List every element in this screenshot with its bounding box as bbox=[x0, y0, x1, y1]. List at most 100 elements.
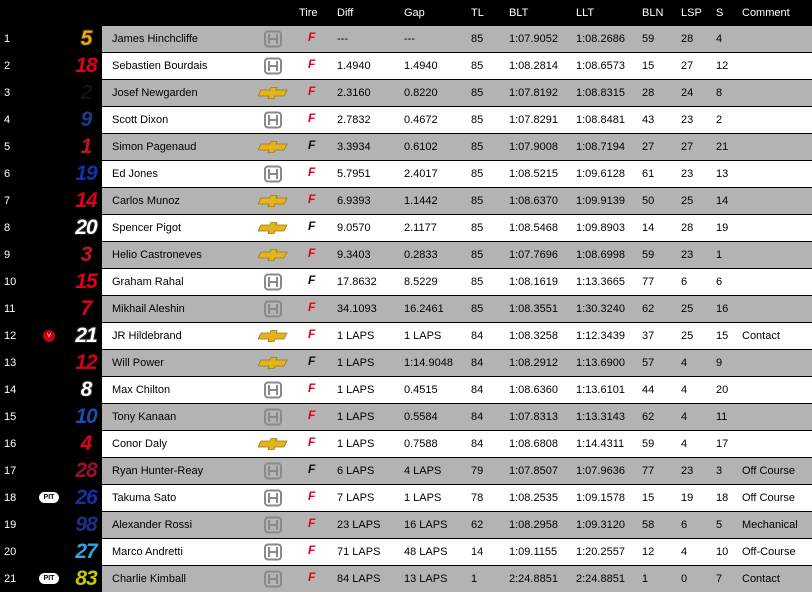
row-background bbox=[102, 188, 812, 214]
diff-cell: 3.3934 bbox=[337, 141, 371, 153]
table-row[interactable]: 13 12 F Will Power 1 LAPS 1:14.9048 84 1:08.291… bbox=[0, 350, 812, 376]
table-row[interactable]: 14 8 F Max Chilton 1 LAPS 0.4515 84 1:08.6360 1:… bbox=[0, 377, 812, 403]
table-row[interactable]: 2 18 F Sebastien Bourdais 1.4940 1.4940 85 1:08… bbox=[0, 53, 812, 79]
table-row[interactable]: 3 2 F Josef Newgarden 2.3160 0.8220 85 1:07.819… bbox=[0, 80, 812, 106]
last-speed-cell: 25 bbox=[681, 195, 694, 207]
red-tire-icon: F bbox=[308, 408, 316, 422]
table-row[interactable]: 6 19 F Ed Jones 5.7951 2.4017 85 1:08.5215 1:09.… bbox=[0, 161, 812, 187]
best-lap-number-cell: 59 bbox=[642, 33, 655, 45]
gap-cell: 0.4515 bbox=[404, 384, 438, 396]
total-laps-cell: 84 bbox=[471, 330, 484, 342]
best-lap-number-cell: 1 bbox=[642, 573, 649, 585]
last-lap-time-cell: 1:14.4311 bbox=[576, 438, 625, 450]
col-comment[interactable]: Comment bbox=[742, 7, 790, 19]
total-laps-cell: 85 bbox=[471, 303, 484, 315]
position-cell: 14 bbox=[4, 384, 17, 396]
start-position-cell: 11 bbox=[716, 411, 728, 423]
position-cell: 6 bbox=[4, 168, 11, 180]
table-row[interactable]: 9 3 F Helio Castroneves 9.3403 0.2833 85 1:07.7… bbox=[0, 242, 812, 268]
best-lap-time-cell: 1:08.6808 bbox=[509, 438, 558, 450]
start-position-cell: 19 bbox=[716, 222, 729, 234]
table-row[interactable]: 4 9 F Scott Dixon 2.7832 0.4672 85 1:07.8291 1:0… bbox=[0, 107, 812, 133]
car-number: 2 bbox=[80, 81, 93, 104]
best-lap-time-cell: 1:08.2814 bbox=[509, 60, 558, 72]
position-cell: 18 bbox=[4, 492, 17, 504]
col-s[interactable]: S bbox=[716, 7, 723, 19]
table-row[interactable]: 8 20 F Spencer Pigot 9.0570 2.1177 85 1:08.5468… bbox=[0, 215, 812, 241]
gap-cell: 0.4672 bbox=[404, 114, 438, 126]
timing-board: Tire Diff Gap TL BLT LLT BLN LSP S Comme… bbox=[0, 0, 812, 592]
total-laps-cell: 79 bbox=[471, 465, 484, 477]
position-cell: 13 bbox=[4, 357, 17, 369]
gap-cell: 13 LAPS bbox=[404, 573, 448, 585]
total-laps-cell: 85 bbox=[471, 276, 484, 288]
pit-badge: PIT bbox=[39, 573, 59, 584]
best-lap-time-cell: 1:08.5215 bbox=[509, 168, 558, 180]
last-lap-time-cell: 1:07.9636 bbox=[576, 465, 625, 477]
diff-cell: 5.7951 bbox=[337, 168, 371, 180]
row-background bbox=[102, 539, 812, 565]
chevron-down-icon[interactable]: ˅ bbox=[43, 330, 55, 342]
col-llt[interactable]: LLT bbox=[576, 7, 594, 19]
last-speed-cell: 4 bbox=[681, 411, 688, 423]
last-speed-cell: 23 bbox=[681, 249, 694, 261]
last-speed-cell: 4 bbox=[681, 357, 688, 369]
position-cell: 1 bbox=[4, 33, 11, 45]
table-row[interactable]: 21 PIT 83 F Charlie Kimball 84 LAPS 13 LAPS 1 2:… bbox=[0, 566, 812, 592]
car-number: 18 bbox=[75, 54, 97, 77]
gap-cell: 0.5584 bbox=[404, 411, 438, 423]
gap-cell: --- bbox=[404, 33, 415, 45]
best-lap-number-cell: 62 bbox=[642, 411, 655, 423]
position-cell: 12 bbox=[4, 330, 17, 342]
best-lap-number-cell: 15 bbox=[642, 60, 655, 72]
col-bln[interactable]: BLN bbox=[642, 7, 663, 19]
diff-cell: 1 LAPS bbox=[337, 330, 375, 342]
honda-logo-icon bbox=[258, 299, 288, 319]
red-tire-icon: F bbox=[308, 327, 316, 341]
table-row[interactable]: 16 4 F Conor Daly 1 LAPS 0.7588 84 1:08.6808 1:1… bbox=[0, 431, 812, 457]
chevrolet-bowtie-icon bbox=[257, 245, 288, 265]
row-background bbox=[102, 323, 812, 349]
col-gap[interactable]: Gap bbox=[404, 7, 425, 19]
row-background bbox=[102, 404, 812, 430]
row-background bbox=[102, 350, 812, 376]
last-lap-time-cell: 1:08.2686 bbox=[576, 33, 625, 45]
table-row[interactable]: 10 15 F Graham Rahal 17.8632 8.5229 85 1:08.161… bbox=[0, 269, 812, 295]
table-row[interactable]: 7 14 F Carlos Munoz 6.9393 1.1442 85 1:08.6370 1… bbox=[0, 188, 812, 214]
position-cell: 16 bbox=[4, 438, 17, 450]
col-lsp[interactable]: LSP bbox=[681, 7, 702, 19]
car-number: 1 bbox=[80, 135, 93, 158]
table-row[interactable]: 17 28 F Ryan Hunter-Reay 6 LAPS 4 LAPS 79 1:07.… bbox=[0, 458, 812, 484]
best-lap-time-cell: 1:08.2535 bbox=[509, 492, 558, 504]
table-row[interactable]: 15 10 F Tony Kanaan 1 LAPS 0.5584 84 1:07.8313 1… bbox=[0, 404, 812, 430]
gap-cell: 0.2833 bbox=[404, 249, 438, 261]
driver-name: Scott Dixon bbox=[112, 114, 169, 126]
table-row[interactable]: 11 7 F Mikhail Aleshin 34.1093 16.2461 85 1:08.… bbox=[0, 296, 812, 322]
driver-name: Ryan Hunter-Reay bbox=[112, 465, 204, 477]
gap-cell: 1 LAPS bbox=[404, 330, 442, 342]
table-row[interactable]: 1 5 F James Hinchcliffe --- --- 85 1:07.9052 1:0… bbox=[0, 26, 812, 52]
col-blt[interactable]: BLT bbox=[509, 7, 528, 19]
diff-cell: 71 LAPS bbox=[337, 546, 381, 558]
position-cell: 4 bbox=[4, 114, 11, 126]
table-row[interactable]: 20 27 F Marco Andretti 71 LAPS 48 LAPS 14 1:09.… bbox=[0, 539, 812, 565]
table-row[interactable]: 19 98 F Alexander Rossi 23 LAPS 16 LAPS 62 1:08… bbox=[0, 512, 812, 538]
col-tire[interactable]: Tire bbox=[299, 7, 318, 19]
diff-cell: 17.8632 bbox=[337, 276, 377, 288]
col-tl[interactable]: TL bbox=[471, 7, 484, 19]
last-lap-time-cell: 2:24.8851 bbox=[576, 573, 625, 585]
last-speed-cell: 0 bbox=[681, 573, 688, 585]
last-speed-cell: 23 bbox=[681, 114, 694, 126]
honda-logo-icon bbox=[258, 164, 288, 184]
col-diff[interactable]: Diff bbox=[337, 7, 353, 19]
gap-cell: 2.4017 bbox=[404, 168, 438, 180]
position-cell: 8 bbox=[4, 222, 11, 234]
gap-cell: 4 LAPS bbox=[404, 465, 442, 477]
driver-name: Josef Newgarden bbox=[112, 87, 198, 99]
table-row[interactable]: 5 1 F Simon Pagenaud 3.3934 0.6102 85 1:07.9008… bbox=[0, 134, 812, 160]
best-lap-number-cell: 61 bbox=[642, 168, 655, 180]
table-row[interactable]: 12 ˅ 21 F JR Hildebrand 1 LAPS 1 LAPS 84 1:08.32… bbox=[0, 323, 812, 349]
best-lap-time-cell: 1:08.6360 bbox=[509, 384, 558, 396]
table-row[interactable]: 18 PIT 26 F Takuma Sato 7 LAPS 1 LAPS 78 1:08.25… bbox=[0, 485, 812, 511]
row-background bbox=[102, 377, 812, 403]
